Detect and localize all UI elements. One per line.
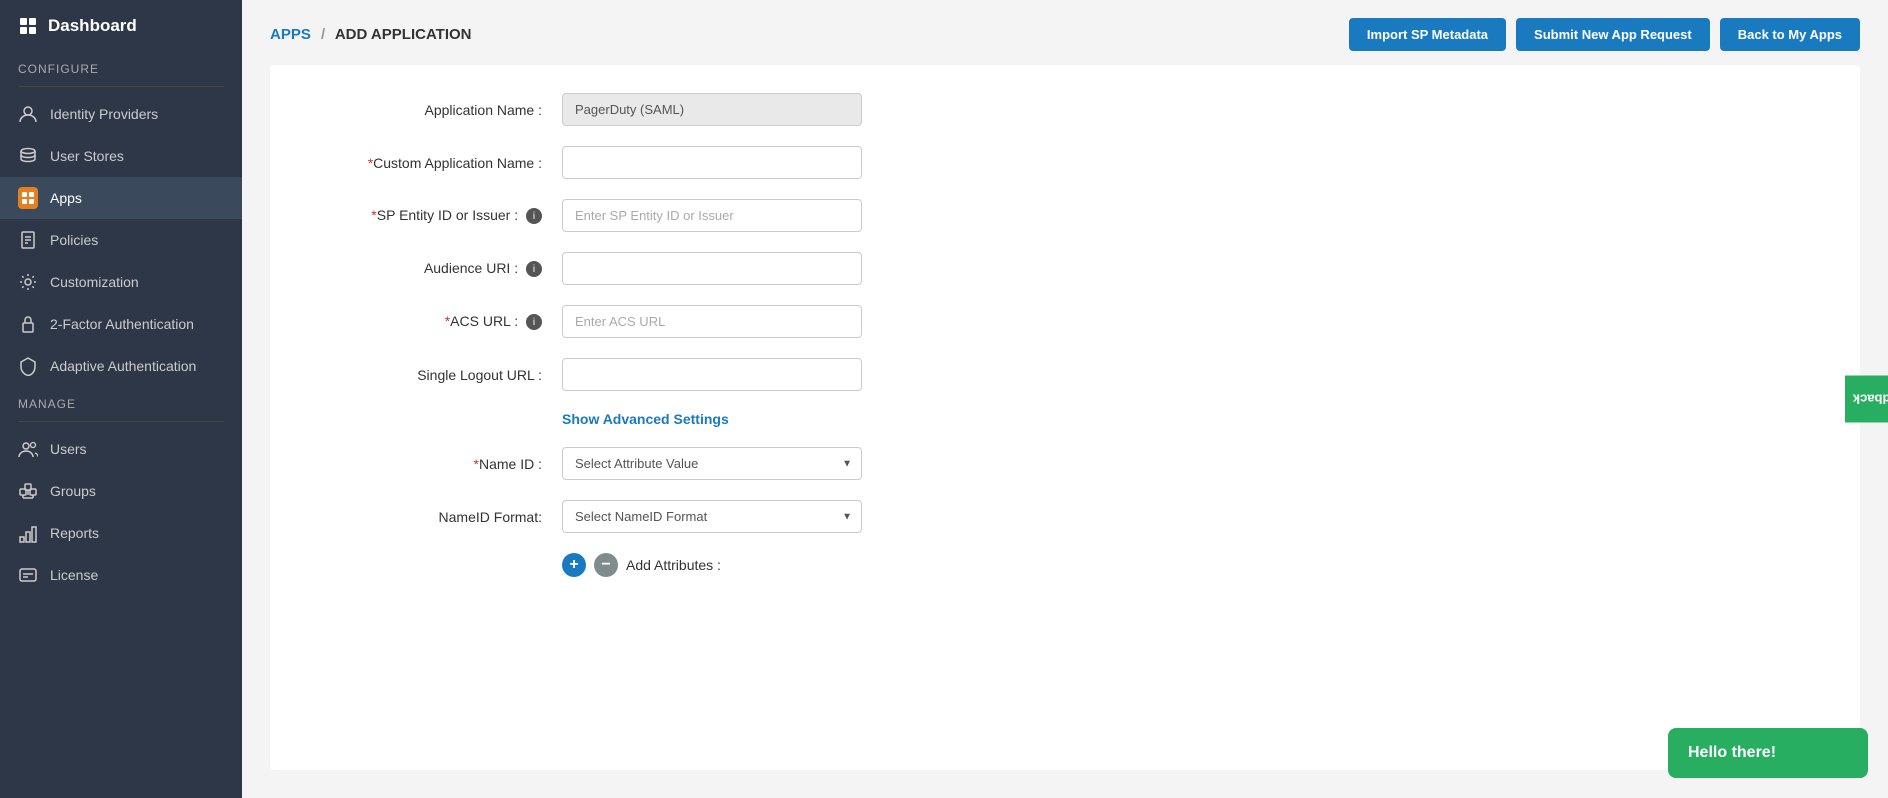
sidebar-item-2fa[interactable]: 2-Factor Authentication (0, 303, 242, 345)
hello-popup[interactable]: Hello there! (1668, 728, 1868, 778)
sidebar-item-identity-providers[interactable]: Identity Providers (0, 93, 242, 135)
manage-section: Manage (0, 387, 242, 415)
user-stores-icon (18, 146, 38, 166)
configure-section: Configure (0, 52, 242, 80)
breadcrumb-current: ADD APPLICATION (335, 26, 472, 43)
audience-uri-label: Audience URI : i (302, 260, 542, 277)
custom-app-name-label: *Custom Application Name : (302, 155, 542, 171)
add-application-form: Application Name : document.currentScrip… (270, 65, 1860, 770)
2fa-icon (18, 314, 38, 334)
remove-attribute-button[interactable]: − (594, 553, 618, 577)
policies-icon (18, 230, 38, 250)
breadcrumb-separator: / (321, 26, 325, 43)
sp-entity-info-icon[interactable]: i (526, 208, 542, 224)
submit-new-app-request-button[interactable]: Submit New App Request (1516, 18, 1710, 51)
name-id-select-wrapper: Select Attribute Value Email Username Us… (562, 447, 862, 480)
sidebar-item-user-stores[interactable]: User Stores (0, 135, 242, 177)
acs-url-info-icon[interactable]: i (526, 314, 542, 330)
custom-app-name-input[interactable] (562, 146, 862, 179)
single-logout-input[interactable] (562, 358, 862, 391)
identity-providers-icon (18, 104, 38, 124)
manage-divider (18, 421, 224, 422)
apps-icon (18, 188, 38, 208)
audience-uri-info-icon[interactable]: i (526, 261, 542, 277)
topbar: APPS / ADD APPLICATION Import SP Metadat… (242, 0, 1888, 65)
add-attributes-label: Add Attributes : (626, 557, 721, 573)
topbar-buttons: Import SP Metadata Submit New App Reques… (1349, 18, 1860, 51)
audience-uri-row: Audience URI : i (302, 252, 1828, 285)
sidebar-label-2fa: 2-Factor Authentication (50, 316, 194, 332)
sidebar-item-adaptive-auth[interactable]: Adaptive Authentication (0, 345, 242, 387)
sidebar-label-adaptive-auth: Adaptive Authentication (50, 358, 196, 374)
nameid-format-label: NameID Format: (302, 509, 542, 525)
add-attributes-row: + − Add Attributes : (562, 553, 1828, 577)
configure-divider (18, 86, 224, 87)
acs-url-row: *ACS URL : i (302, 305, 1828, 338)
sidebar-item-reports[interactable]: Reports (0, 512, 242, 554)
dashboard-label: Dashboard (48, 16, 137, 36)
add-attribute-button[interactable]: + (562, 553, 586, 577)
acs-url-input[interactable] (562, 305, 862, 338)
show-advanced-settings-link[interactable]: Show Advanced Settings (562, 411, 729, 427)
sidebar-label-customization: Customization (50, 274, 139, 290)
groups-icon (18, 481, 38, 501)
breadcrumb: APPS / ADD APPLICATION (270, 26, 472, 43)
sidebar: Dashboard Configure Identity Providers U… (0, 0, 242, 798)
sidebar-label-reports: Reports (50, 525, 99, 541)
sidebar-item-apps[interactable]: Apps (0, 177, 242, 219)
back-to-my-apps-button[interactable]: Back to My Apps (1720, 18, 1860, 51)
name-id-label: *Name ID : (302, 456, 542, 472)
main-content: APPS / ADD APPLICATION Import SP Metadat… (242, 0, 1888, 798)
dashboard-menu-item[interactable]: Dashboard (0, 0, 242, 52)
sidebar-label-groups: Groups (50, 483, 96, 499)
sidebar-item-customization[interactable]: Customization (0, 261, 242, 303)
sidebar-label-license: License (50, 567, 98, 583)
sidebar-label-user-stores: User Stores (50, 148, 124, 164)
nameid-format-select-wrapper: Select NameID Format urn:oasis:names:tc:… (562, 500, 862, 533)
nameid-format-select[interactable]: Select NameID Format urn:oasis:names:tc:… (562, 500, 862, 533)
sp-entity-input[interactable] (562, 199, 862, 232)
adaptive-auth-icon (18, 356, 38, 376)
name-id-select[interactable]: Select Attribute Value Email Username Us… (562, 447, 862, 480)
sp-entity-label: *SP Entity ID or Issuer : i (302, 207, 542, 224)
send-feedback-tab[interactable]: Send Feedback (1845, 376, 1888, 423)
customization-icon (18, 272, 38, 292)
custom-app-name-row: *Custom Application Name : (302, 146, 1828, 179)
license-icon (18, 565, 38, 585)
sidebar-label-apps: Apps (50, 190, 82, 206)
hello-popup-text: Hello there! (1688, 744, 1776, 761)
reports-icon (18, 523, 38, 543)
sidebar-label-users: Users (50, 441, 87, 457)
sidebar-item-users[interactable]: Users (0, 428, 242, 470)
sp-entity-row: *SP Entity ID or Issuer : i (302, 199, 1828, 232)
sidebar-label-identity-providers: Identity Providers (50, 106, 158, 122)
acs-url-label: *ACS URL : i (302, 313, 542, 330)
single-logout-label: Single Logout URL : (302, 367, 542, 383)
nameid-format-row: NameID Format: Select NameID Format urn:… (302, 500, 1828, 533)
users-icon (18, 439, 38, 459)
import-sp-metadata-button[interactable]: Import SP Metadata (1349, 18, 1506, 51)
sidebar-label-policies: Policies (50, 232, 98, 248)
sidebar-item-groups[interactable]: Groups (0, 470, 242, 512)
audience-uri-input[interactable] (562, 252, 862, 285)
application-name-label: Application Name : (302, 102, 542, 118)
sidebar-item-policies[interactable]: Policies (0, 219, 242, 261)
sidebar-item-license[interactable]: License (0, 554, 242, 596)
name-id-row: *Name ID : Select Attribute Value Email … (302, 447, 1828, 480)
breadcrumb-apps[interactable]: APPS (270, 26, 311, 43)
dashboard-icon (18, 16, 38, 36)
single-logout-row: Single Logout URL : (302, 358, 1828, 391)
application-name-row: Application Name : document.currentScrip… (302, 93, 1828, 126)
application-name-input (562, 93, 862, 126)
